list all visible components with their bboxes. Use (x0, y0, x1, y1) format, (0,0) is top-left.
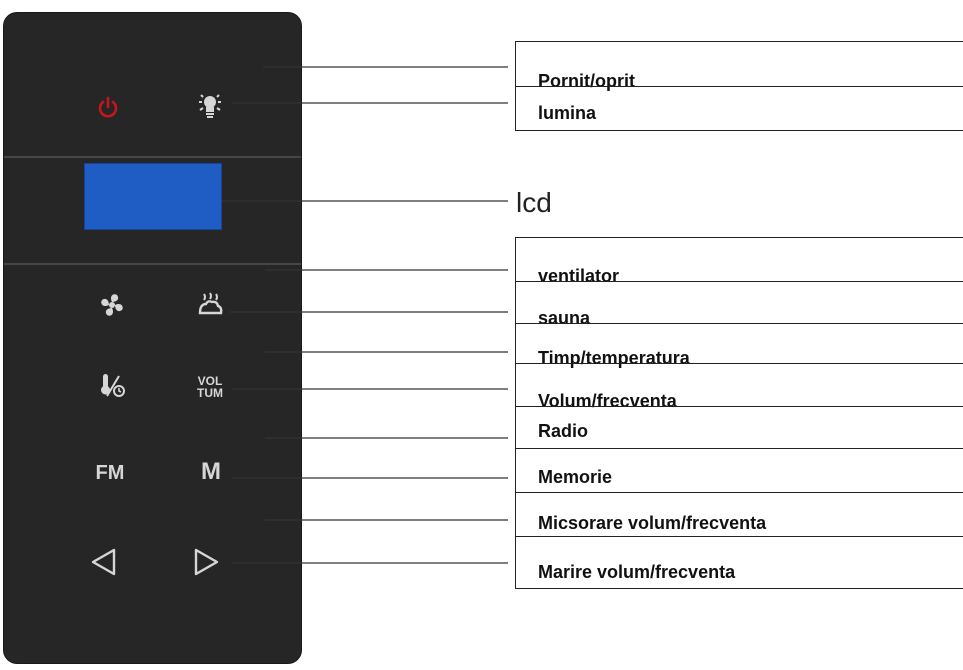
label-light: lumina (538, 102, 601, 124)
label-box-sauna: sauna (515, 281, 963, 329)
label-decrease: Micsorare volum/frecventa (538, 512, 771, 534)
label-memory: Memorie (538, 466, 617, 488)
label-box-light: lumina (515, 86, 963, 131)
label-box-fan: ventilator (515, 237, 963, 287)
label-radio: Radio (538, 420, 593, 442)
label-box-decrease: Micsorare volum/frecventa (515, 492, 963, 536)
label-box-power: Pornit/oprit (515, 41, 963, 92)
label-box-memory: Memorie (515, 448, 963, 492)
label-increase: Marire volum/frecventa (538, 561, 740, 583)
label-box-time: Timp/temperatura (515, 323, 963, 369)
label-box-increase: Marire volum/frecventa (515, 536, 963, 589)
label-lcd: lcd (516, 187, 552, 218)
label-box-radio: Radio (515, 406, 963, 448)
label-box-volume: Volum/frecventa (515, 363, 963, 412)
